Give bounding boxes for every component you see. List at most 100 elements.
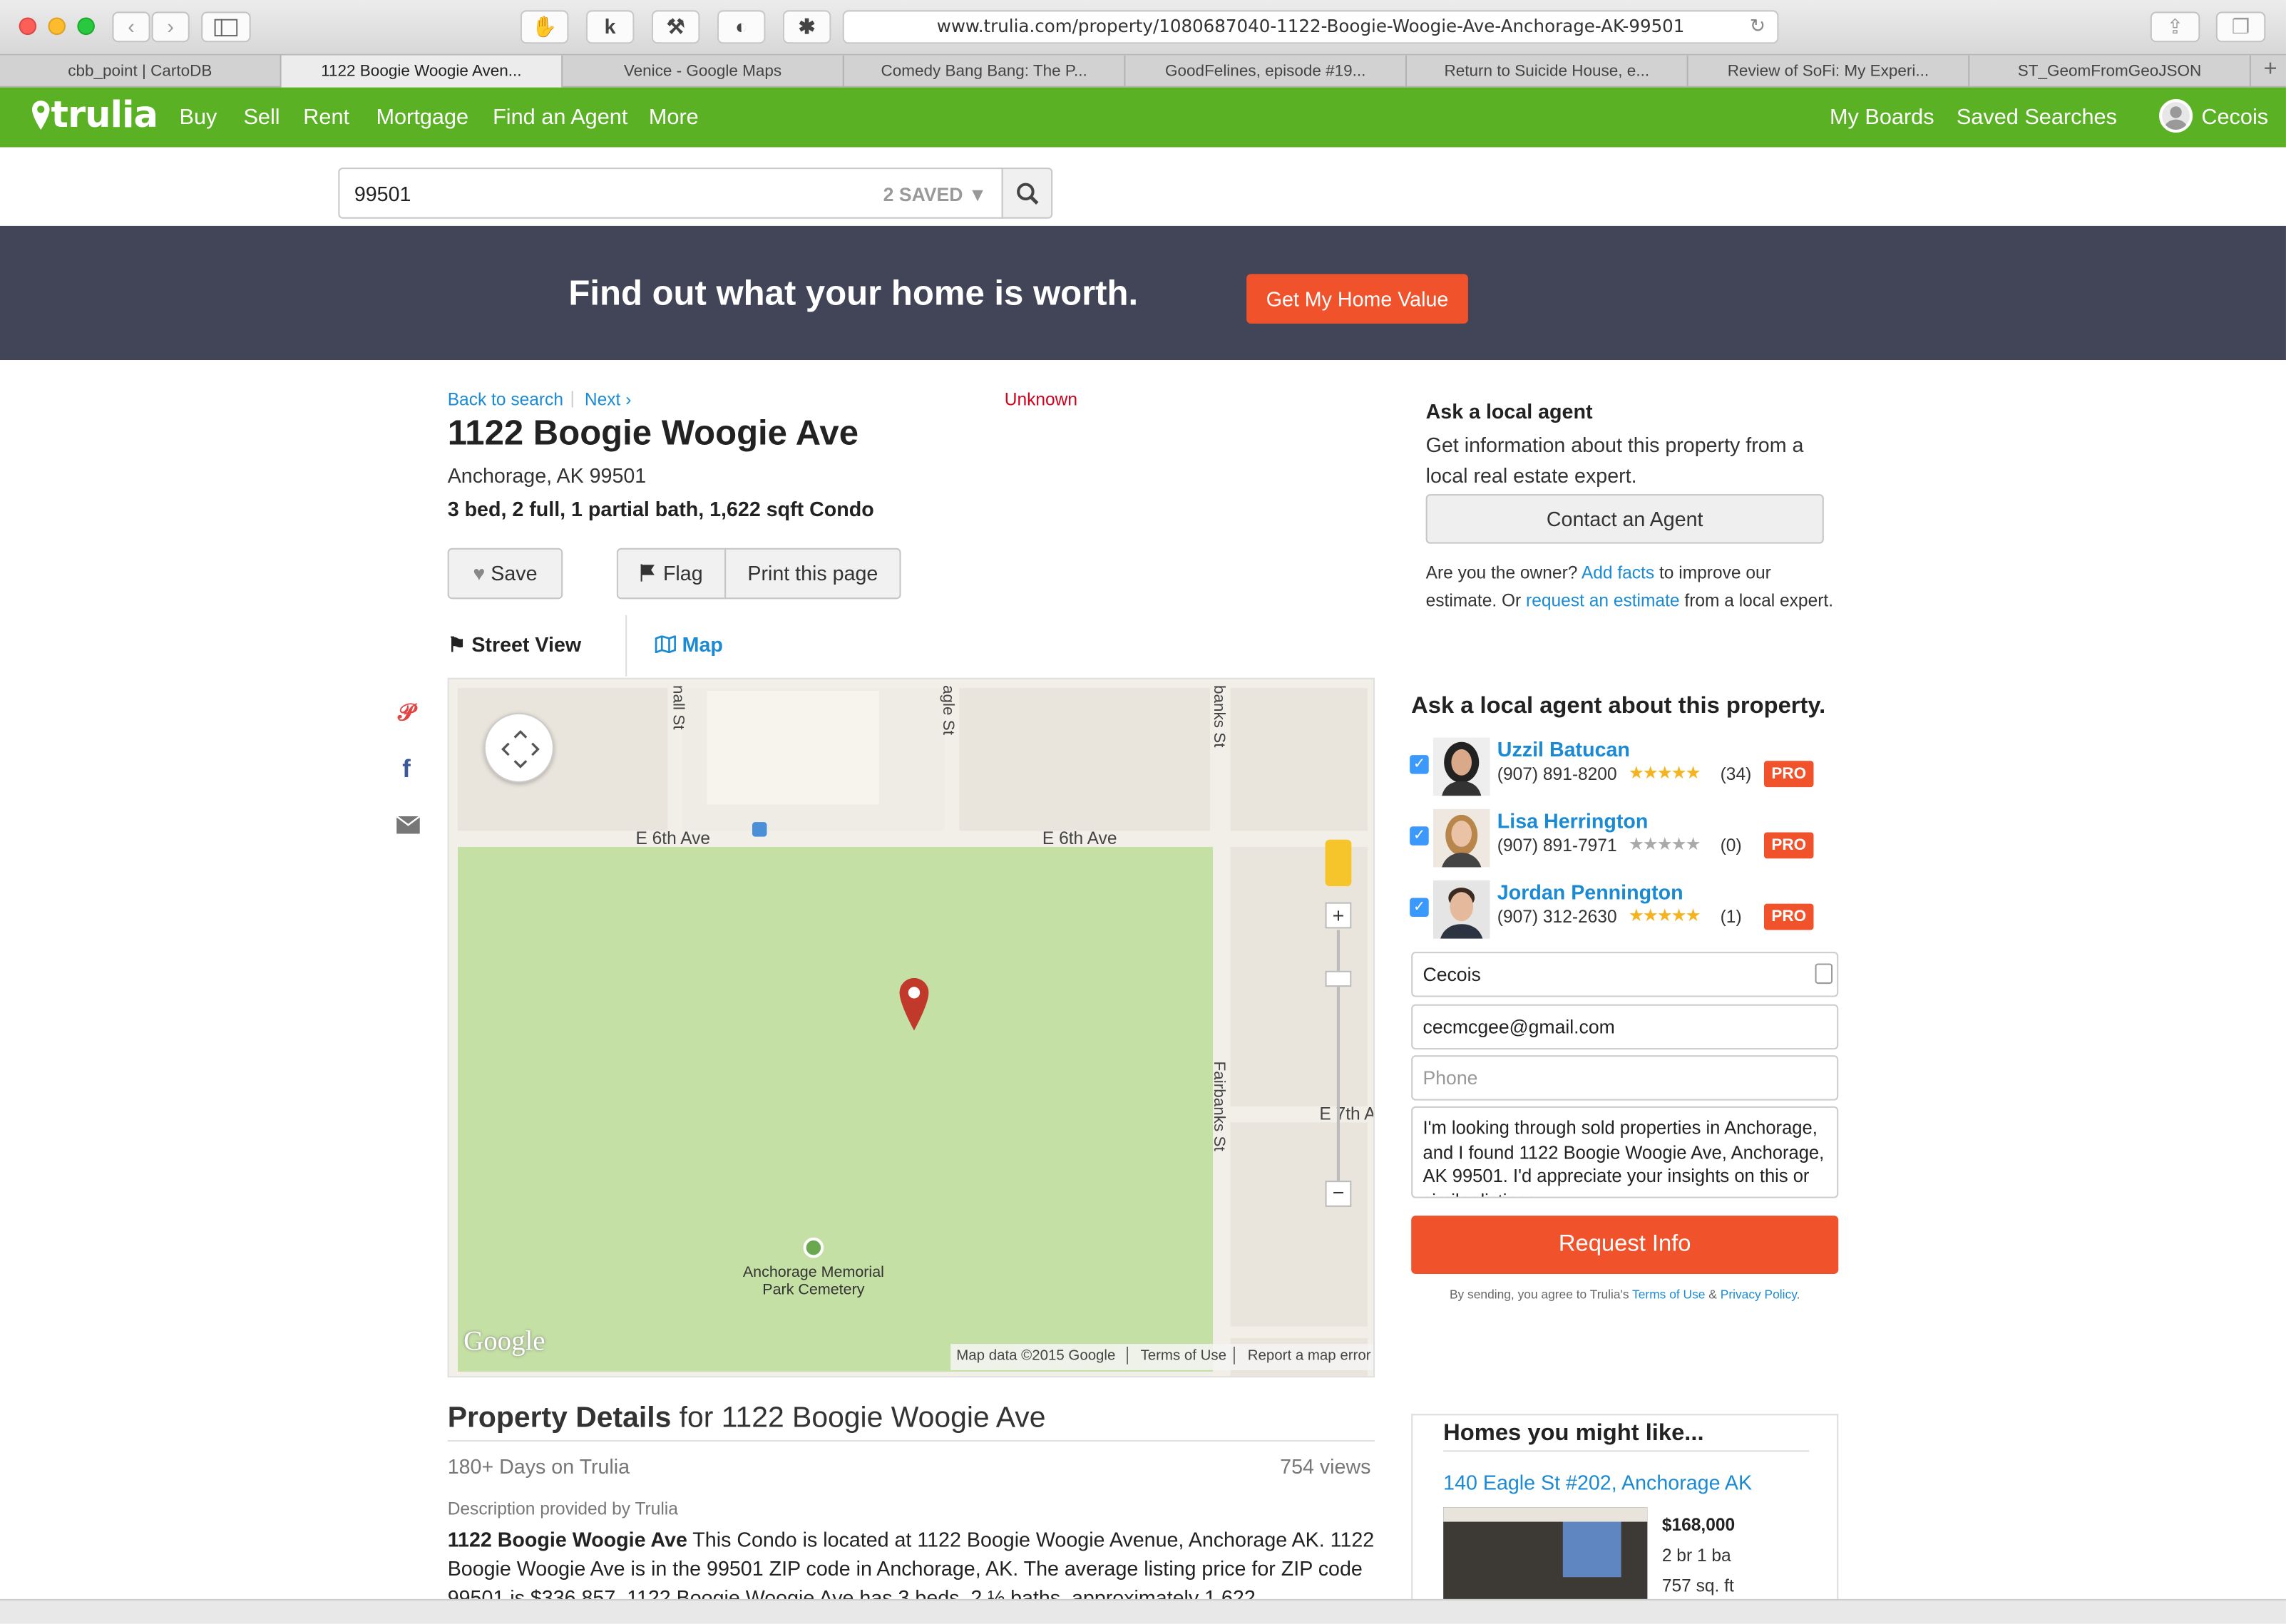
new-tab-button[interactable]: + [2264,56,2277,85]
agent-rating-stars: ★★★★★ [1628,905,1701,926]
ghostery-extension-button[interactable]: ◐ [717,10,766,44]
street-label: banks St [1210,684,1228,748]
get-home-value-button[interactable]: Get My Home Value [1246,274,1468,324]
heart-icon: ♥ [473,561,486,585]
contact-agent-button[interactable]: Contact an Agent [1425,494,1824,544]
street-label: nall St [669,684,687,730]
print-page-button[interactable]: Print this page [724,548,901,600]
reload-icon[interactable]: ↻ [1750,11,1765,42]
request-info-button[interactable]: Request Info [1411,1216,1839,1274]
agent-checkbox[interactable]: ✓ [1410,898,1429,918]
address-bar[interactable]: www.trulia.com/property/1080687040-1122-… [842,10,1779,44]
nav-username[interactable]: Cecois [2201,105,2268,130]
browser-tab[interactable]: Venice - Google Maps [563,55,844,88]
evernote-extension-button[interactable]: ✋ [520,10,569,44]
view-count: 754 views [1280,1454,1371,1479]
tab-overview-button[interactable]: ❐ [2215,11,2266,43]
nav-saved-searches[interactable]: Saved Searches [1957,105,2117,130]
agent-row: ✓ Uzzil Batucan (907) 891-8200 ★★★★★ (34… [1410,737,1847,799]
flag-button[interactable]: Flag [616,548,727,600]
zoom-out-button[interactable]: − [1325,1181,1352,1207]
puzzle-extension-button[interactable]: ✱ [782,10,831,44]
trulia-logo[interactable]: trulia [31,93,158,135]
zoom-slider-track[interactable] [1336,930,1340,1181]
user-avatar[interactable] [2159,99,2193,133]
nav-rent[interactable]: Rent [303,105,349,130]
message-field[interactable]: I'm looking through sold properties in A… [1411,1106,1839,1198]
request-estimate-link[interactable]: request an estimate [1526,590,1680,610]
horizontal-scrollbar[interactable] [0,1598,2286,1624]
search-box[interactable]: 2 SAVED ▼ [338,168,1003,219]
street-label: Fairbanks St [1210,1061,1228,1151]
saved-searches-dropdown[interactable]: 2 SAVED ▼ [883,184,988,206]
share-button[interactable]: ⇪ [2150,11,2200,43]
agent-checkbox[interactable]: ✓ [1410,826,1429,846]
privacy-policy-link[interactable]: Privacy Policy [1721,1287,1797,1301]
nav-my-boards[interactable]: My Boards [1830,105,1934,130]
home-sqft: 757 sq. ft [1661,1576,1734,1596]
tools-extension-button[interactable]: ⚒ [651,10,700,44]
facebook-icon[interactable]: f [402,755,411,784]
email-share-icon[interactable] [396,815,421,841]
add-facts-link[interactable]: Add facts [1582,562,1654,583]
asterisk-icon: ✱ [798,14,816,38]
home-suggestion-link[interactable]: 140 Eagle St #202, Anchorage AK [1443,1471,1752,1494]
nav-more[interactable]: More [649,105,699,130]
terms-of-use-link[interactable]: Terms of Use [1632,1287,1705,1301]
agent-name-link[interactable]: Uzzil Batucan [1497,738,1630,761]
browser-tab[interactable]: Comedy Bang Bang: The P... [844,55,1126,88]
browser-tab[interactable]: Return to Suicide House, e... [1407,55,1688,88]
tab-street-view[interactable]: ⚑ Street View [448,632,581,657]
search-input[interactable] [351,180,789,207]
forward-button[interactable]: › [151,11,190,43]
k-extension-button[interactable]: k [585,10,635,44]
tabs-icon: ❐ [2231,14,2250,38]
pinterest-icon[interactable]: 𝒫 [398,701,415,727]
tab-map[interactable]: Map [655,632,723,656]
minimize-window-button[interactable] [48,17,66,36]
email-field[interactable] [1411,1004,1839,1050]
zoom-window-button[interactable] [77,17,95,36]
agent-checkbox[interactable]: ✓ [1410,755,1429,774]
cemetery-poi-icon[interactable] [803,1237,824,1258]
nav-buy[interactable]: Buy [179,105,217,130]
elephant-icon: ✋ [531,14,558,38]
pegman-icon[interactable] [1325,839,1352,887]
contact-card-icon[interactable] [1815,963,1833,985]
nav-mortgage[interactable]: Mortgage [376,105,469,130]
breadcrumb-divider: | [570,387,575,408]
report-map-error-link[interactable]: Report a map error [1248,1348,1371,1364]
save-button[interactable]: ♥ Save [447,548,563,600]
browser-tab[interactable]: cbb_point | CartoDB [0,55,282,88]
home-photo[interactable] [1443,1507,1648,1610]
agent-phone: (907) 312-2630 [1497,906,1617,927]
property-marker-icon[interactable] [899,977,929,1031]
zoom-slider-handle[interactable] [1325,970,1352,987]
back-button[interactable]: ‹ [112,11,150,43]
browser-tab[interactable]: GoodFelines, episode #19... [1125,55,1408,88]
name-field[interactable] [1411,952,1839,997]
next-listing-link[interactable]: Next › [585,389,631,410]
nav-find-agent[interactable]: Find an Agent [493,105,627,130]
browser-toolbar: ‹ › ✋ k ⚒ ◐ ✱ www.trulia.com/property/10… [0,0,2286,56]
close-window-button[interactable] [19,17,37,36]
zoom-in-button[interactable]: + [1325,902,1352,929]
browser-tab-active[interactable]: 1122 Boogie Woogie Aven... [281,55,563,88]
browser-tab[interactable]: Review of SoFi: My Experi... [1688,55,1970,88]
map-block [1230,1122,1368,1327]
agent-name-link[interactable]: Jordan Pennington [1497,880,1683,904]
map-block [959,688,1211,831]
property-details-heading: Property Details for 1122 Boogie Woogie … [447,1402,1046,1434]
search-button[interactable] [1001,168,1053,219]
bus-stop-icon[interactable] [752,822,767,837]
browser-tab[interactable]: ST_GeomFromGeoJSON [1969,55,2251,88]
agent-name-link[interactable]: Lisa Herrington [1497,809,1649,833]
back-to-search-link[interactable]: Back to search [448,389,563,410]
map-terms-link[interactable]: Terms of Use [1141,1348,1226,1364]
property-map[interactable]: E 6th Ave E 6th Ave nall St agle St bank… [447,677,1375,1378]
phone-field[interactable] [1411,1055,1839,1101]
property-address: 1122 Boogie Woogie Ave [447,413,858,453]
map-pan-control[interactable] [483,712,554,783]
sidebar-toggle-button[interactable] [201,11,251,43]
nav-sell[interactable]: Sell [243,105,280,130]
